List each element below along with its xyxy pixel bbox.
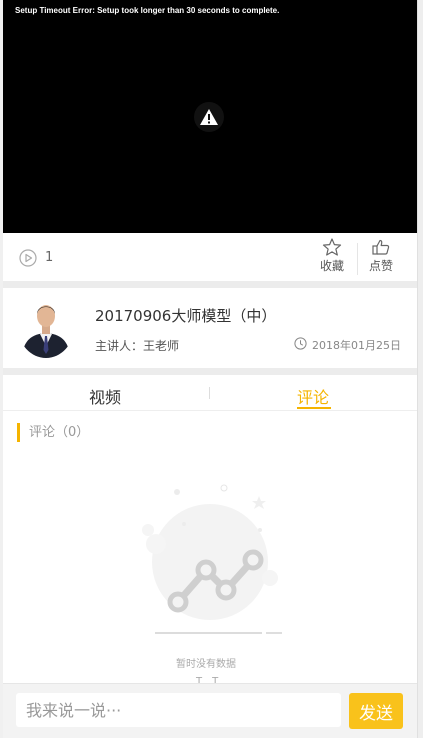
section-divider xyxy=(3,281,417,288)
star-icon xyxy=(308,238,356,256)
like-label: 点赞 xyxy=(368,259,393,273)
publish-date: 2018年01月25日 xyxy=(294,337,401,353)
thumbs-up-icon xyxy=(357,238,405,256)
video-error-message: Setup Timeout Error: Setup took longer t… xyxy=(15,6,280,15)
tab-separator xyxy=(209,387,210,399)
scrollbar[interactable] xyxy=(417,0,423,738)
course-info: 20170906大师模型（中） 主讲人：王老师 2018年01月25日 xyxy=(3,288,417,368)
send-button[interactable]: 发送 xyxy=(349,693,403,729)
video-stats-bar: 1 收藏 点赞 xyxy=(3,233,417,281)
empty-state-text: 暂时没有数据 xyxy=(176,659,236,670)
tab-comments[interactable]: 评论 xyxy=(297,384,329,408)
clock-icon xyxy=(294,337,312,353)
content-tabs: 视频 评论 xyxy=(3,375,417,411)
active-tab-indicator xyxy=(297,407,331,409)
comment-composer: 发送 xyxy=(3,683,417,738)
play-count: 1 xyxy=(45,250,54,265)
empty-chart-icon xyxy=(120,482,290,682)
course-detail-page: Setup Timeout Error: Setup took longer t… xyxy=(0,0,423,738)
avatar xyxy=(18,296,74,358)
like-button[interactable]: 点赞 xyxy=(357,238,405,278)
section-divider xyxy=(3,368,417,375)
tab-video[interactable]: 视频 xyxy=(89,384,121,408)
warning-icon xyxy=(194,102,224,132)
favorite-button[interactable]: 收藏 xyxy=(308,238,356,278)
course-title: 20170906大师模型（中） xyxy=(95,307,277,325)
date-text: 2018年01月25日 xyxy=(312,339,401,352)
play-circle-icon xyxy=(19,249,37,271)
speaker: 主讲人：王老师 xyxy=(95,339,180,353)
video-player[interactable]: Setup Timeout Error: Setup took longer t… xyxy=(3,0,417,233)
favorite-label: 收藏 xyxy=(319,259,344,273)
comment-input[interactable] xyxy=(16,693,341,727)
comments-header: 评论（0） xyxy=(17,423,89,442)
